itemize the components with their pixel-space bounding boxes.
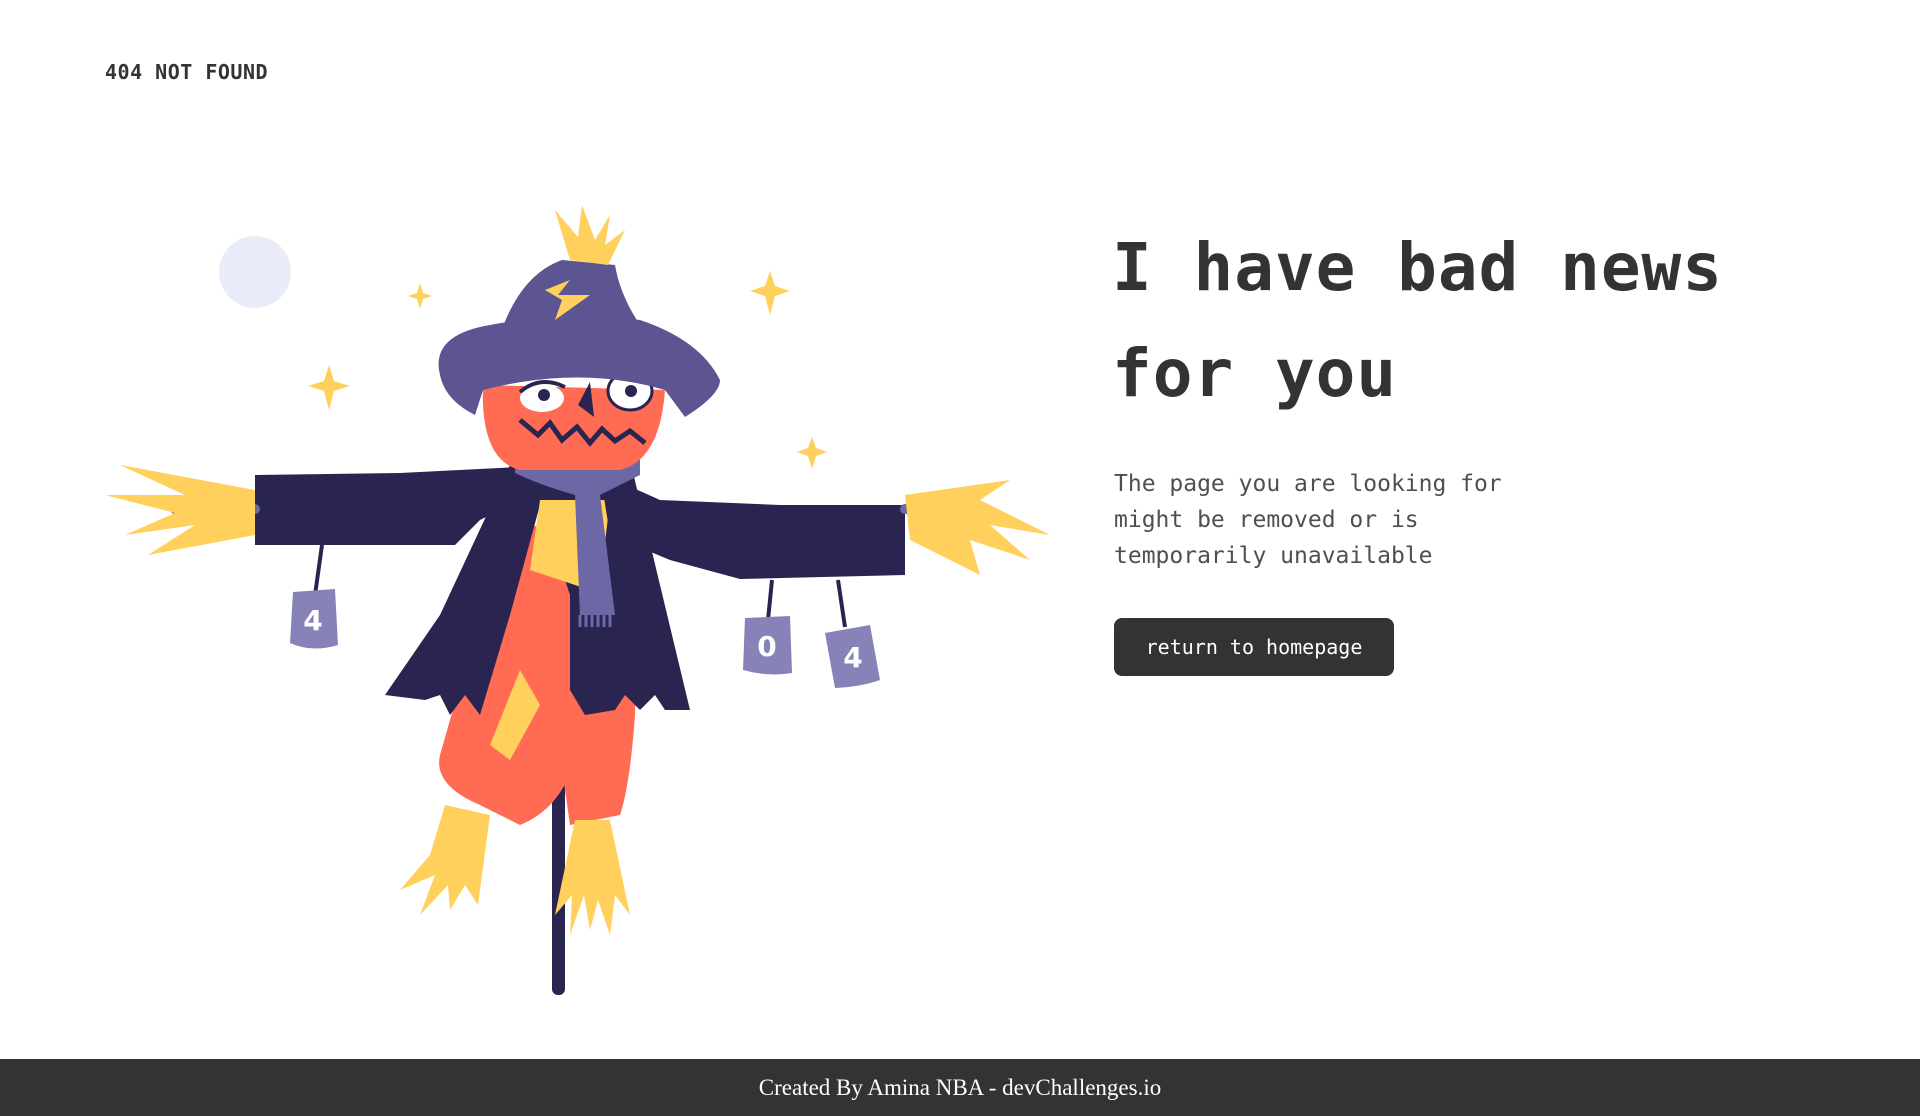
can-label: 4	[303, 604, 322, 637]
sparkle-icon	[408, 283, 432, 309]
brand-title: 404 NOT FOUND	[105, 60, 269, 84]
sparkle-icon	[750, 271, 790, 315]
straw-hand-left	[105, 465, 255, 555]
page-headline: I have bad news for you	[1112, 229, 1724, 412]
hat-straw	[555, 205, 625, 265]
can-label: 4	[843, 641, 862, 674]
straw-hand-right	[905, 480, 1050, 575]
return-homepage-button[interactable]: return to homepage	[1114, 618, 1394, 676]
page-message: The page you are looking for might be re…	[1114, 471, 1502, 569]
straw-foot-left	[400, 805, 490, 915]
moon-shape	[219, 236, 291, 308]
footer: Created By Amina NBA - devChallenges.io	[0, 1059, 1920, 1116]
straw-foot-right	[555, 820, 630, 935]
sparkle-icon	[308, 365, 350, 410]
footer-credit: Created By Amina NBA - devChallenges.io	[758, 1074, 1162, 1100]
sparkle-icon	[797, 437, 827, 469]
scarecrow-illustration: 4 0 4	[105, 205, 1050, 995]
can-label: 0	[757, 630, 776, 663]
